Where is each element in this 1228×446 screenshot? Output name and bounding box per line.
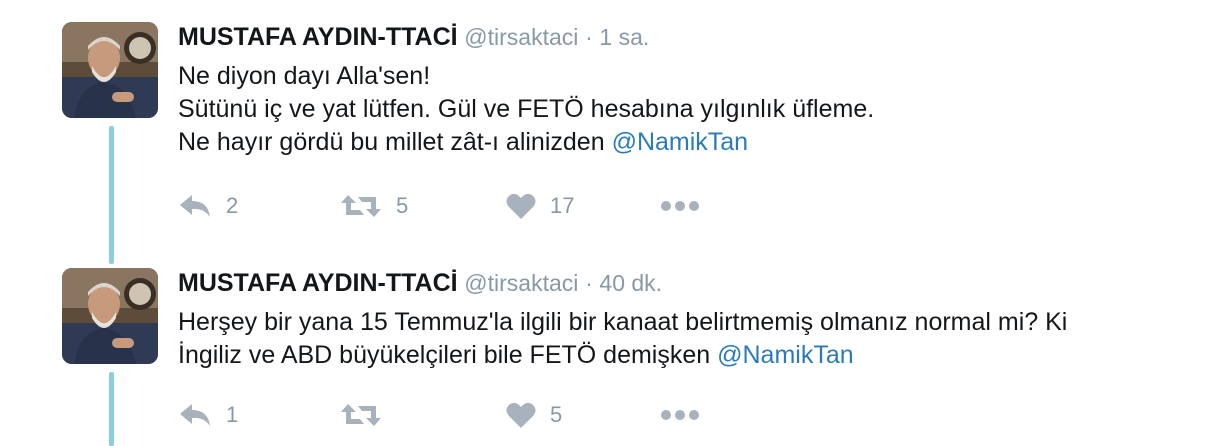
- tweet-header: MUSTAFA AYDIN-TTACİ @tirsaktaci · 1 sa.: [178, 22, 649, 53]
- avatar[interactable]: [62, 268, 158, 364]
- retweet-button[interactable]: [340, 395, 396, 435]
- reply-icon: [180, 404, 210, 426]
- tweet-header: MUSTAFA AYDIN-TTACİ @tirsaktaci · 40 dk.: [178, 268, 662, 299]
- more-dots-icon: [661, 410, 699, 420]
- tweet-text: Ne diyon dayı Alla'sen! Sütünü iç ve yat…: [178, 60, 1198, 159]
- author-name[interactable]: MUSTAFA AYDIN-TTACİ: [178, 269, 458, 297]
- retweet-icon: [341, 404, 381, 426]
- avatar-photo-icon: [62, 22, 158, 118]
- reply-count: 2: [226, 193, 239, 218]
- more-options-button[interactable]: [660, 186, 700, 226]
- tweet-text-line: Ne diyon dayı Alla'sen!: [178, 62, 431, 90]
- more-options-button[interactable]: [660, 395, 700, 435]
- like-button[interactable]: 5: [506, 395, 562, 435]
- reply-button[interactable]: 2: [178, 186, 238, 226]
- avatar-photo-icon: [62, 268, 158, 364]
- author-handle[interactable]: @tirsaktaci: [464, 270, 578, 296]
- like-count: 5: [550, 402, 563, 427]
- thread-line: [109, 126, 114, 264]
- reply-button[interactable]: 1: [178, 395, 238, 435]
- meta-separator: ·: [585, 24, 593, 50]
- author-name[interactable]: MUSTAFA AYDIN-TTACİ: [178, 23, 458, 51]
- tweet[interactable]: MUSTAFA AYDIN-TTACİ @tirsaktaci · 40 dk.…: [0, 250, 1228, 446]
- tweet-timestamp[interactable]: 1 sa.: [599, 24, 649, 50]
- retweet-button[interactable]: 5: [340, 186, 408, 226]
- tweet-text-fragment: İngiliz ve ABD büyükelçileri bile FETÖ d…: [178, 341, 711, 369]
- retweet-icon: [341, 195, 381, 217]
- meta-separator: ·: [585, 270, 593, 296]
- tweet-text-fragment: Ne hayır gördü bu millet zât-ı alinizden: [178, 128, 605, 156]
- thread-line: [109, 372, 114, 446]
- more-dots-icon: [661, 201, 699, 211]
- reply-count: 1: [226, 402, 239, 427]
- tweet-actions: 1 5: [178, 395, 738, 435]
- mention-link[interactable]: @NamikTan: [612, 128, 749, 156]
- avatar[interactable]: [62, 22, 158, 118]
- tweet-text-line: İngiliz ve ABD büyükelçileri bile FETÖ d…: [178, 339, 1198, 372]
- tweet-text-line: Ne hayır gördü bu millet zât-ı alinizden…: [178, 126, 1198, 159]
- heart-icon: [506, 193, 536, 219]
- tweet-text: Herşey bir yana 15 Temmuz'la ilgili bir …: [178, 306, 1198, 372]
- like-button[interactable]: 17: [506, 186, 574, 226]
- retweet-count: 5: [396, 193, 409, 218]
- tweet-text-line: Herşey bir yana 15 Temmuz'la ilgili bir …: [178, 308, 1068, 336]
- heart-icon: [506, 402, 536, 428]
- like-count: 17: [550, 193, 575, 218]
- tweet[interactable]: MUSTAFA AYDIN-TTACİ @tirsaktaci · 1 sa. …: [0, 0, 1228, 264]
- mention-link[interactable]: @NamikTan: [717, 341, 854, 369]
- tweet-timestamp[interactable]: 40 dk.: [599, 270, 662, 296]
- tweet-text-line: Sütünü iç ve yat lütfen. Gül ve FETÖ hes…: [178, 95, 875, 123]
- author-handle[interactable]: @tirsaktaci: [464, 24, 578, 50]
- tweet-actions: 2 5 17: [178, 186, 738, 226]
- reply-icon: [180, 195, 210, 217]
